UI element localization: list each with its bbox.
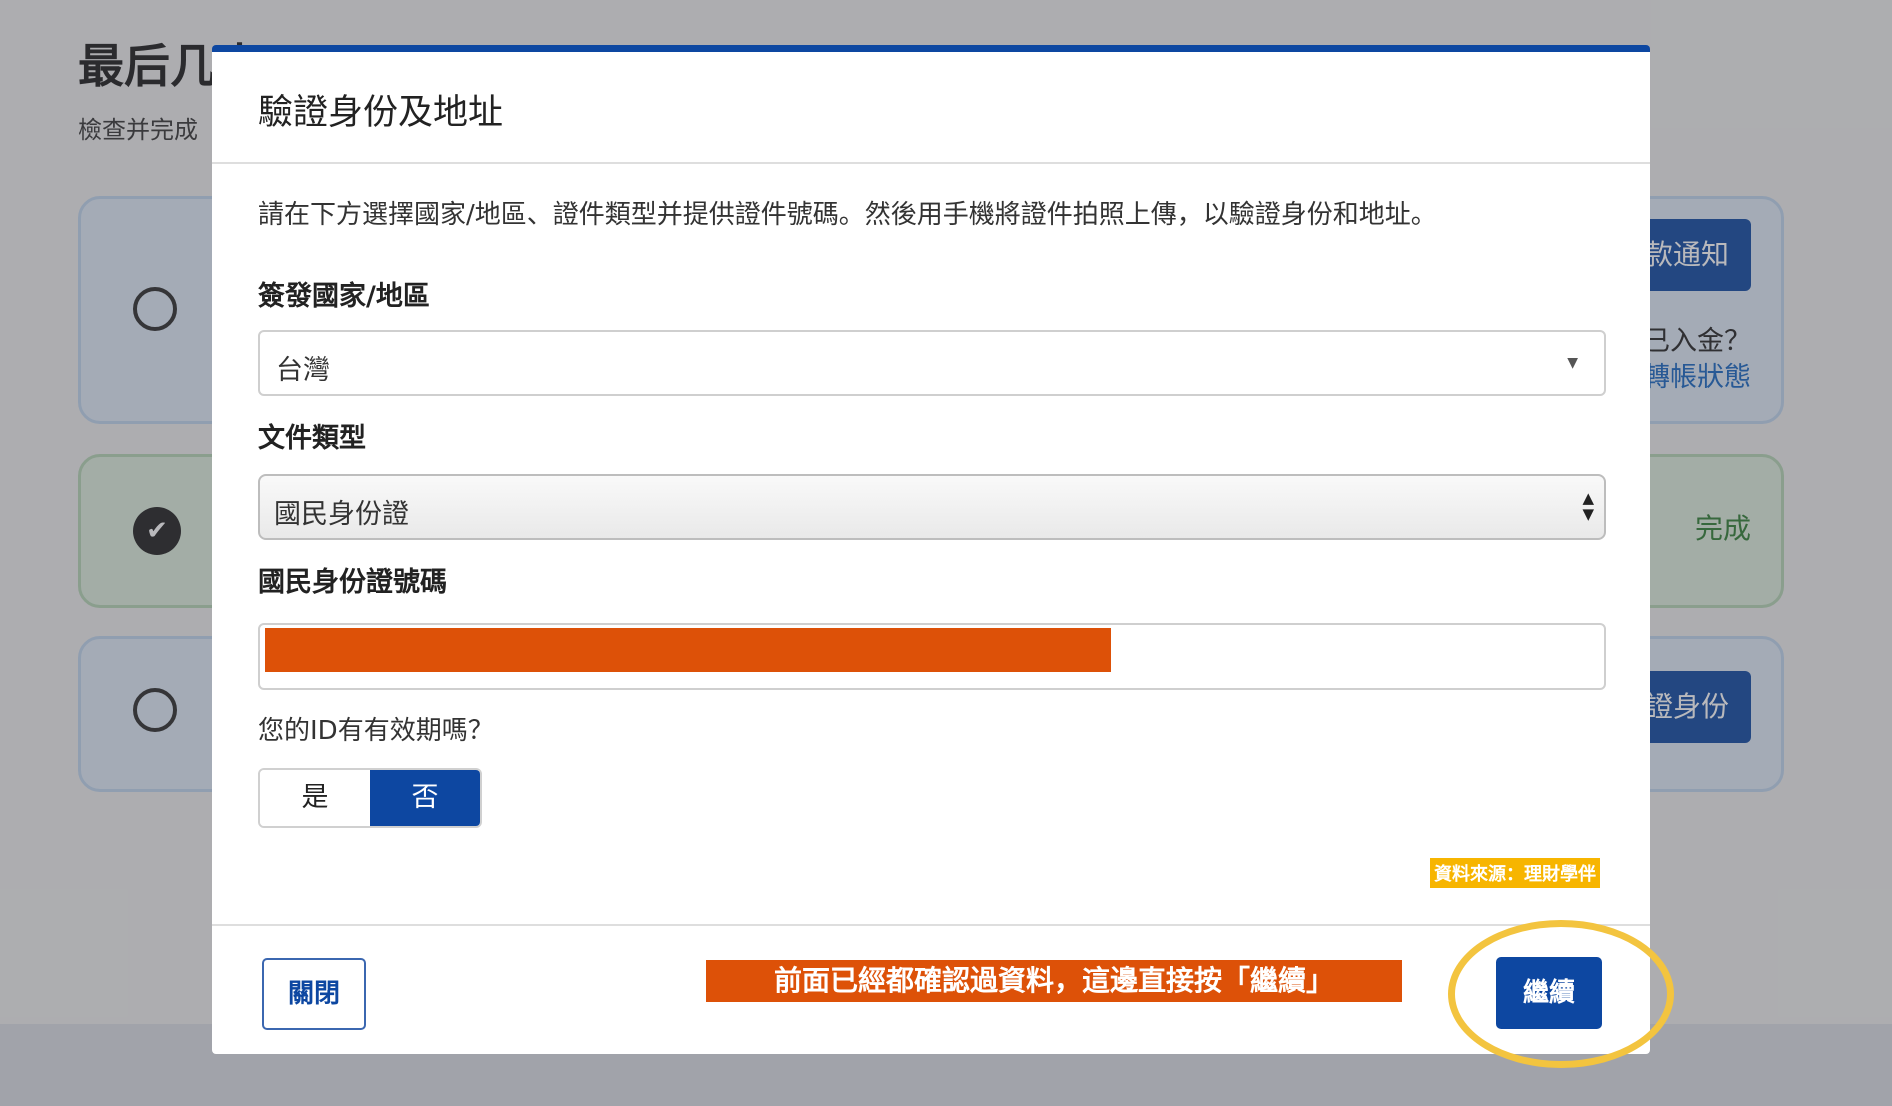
country-label: 簽發國家/地區 bbox=[258, 281, 430, 312]
verify-identity-dialog: 驗證身份及地址 請在下方選擇國家/地區、證件類型并提供證件號碼。然後用手機將證件… bbox=[212, 45, 1674, 1068]
dialog-title: 驗證身份及地址 bbox=[258, 93, 504, 133]
dropdown-arrow-icon: ▼ bbox=[1567, 355, 1578, 371]
redaction-bar bbox=[265, 628, 1111, 672]
id-number-label: 國民身份證號碼 bbox=[258, 567, 447, 598]
highlight-circle-annotation bbox=[1448, 920, 1674, 1068]
annotation-banner: 前面已經都確認過資料，這邊直接按「繼續」 bbox=[706, 960, 1402, 1002]
dialog-header: 驗證身份及地址 bbox=[212, 52, 1650, 164]
expiry-yes-option[interactable]: 是 bbox=[260, 770, 370, 826]
id-number-input[interactable] bbox=[258, 623, 1606, 690]
source-credit-label: 資料來源：理財學伴 bbox=[1430, 858, 1600, 888]
close-button[interactable]: 關閉 bbox=[262, 958, 366, 1030]
country-select[interactable]: 台灣 ▼ bbox=[258, 330, 1606, 396]
document-type-label: 文件類型 bbox=[258, 423, 366, 454]
expiry-toggle: 是 否 bbox=[258, 768, 482, 828]
country-select-value: 台灣 bbox=[276, 355, 330, 386]
dialog-instruction: 請在下方選擇國家/地區、證件類型并提供證件號碼。然後用手機將證件拍照上傳，以驗證… bbox=[258, 200, 1437, 230]
document-type-select[interactable]: 國民身份證 ▲ ▼ bbox=[258, 474, 1606, 540]
expiry-question: 您的ID有有效期嗎？ bbox=[258, 716, 494, 746]
document-type-value: 國民身份證 bbox=[274, 499, 409, 530]
select-stepper-icon: ▲ ▼ bbox=[1582, 489, 1594, 523]
expiry-no-option[interactable]: 否 bbox=[370, 770, 480, 826]
